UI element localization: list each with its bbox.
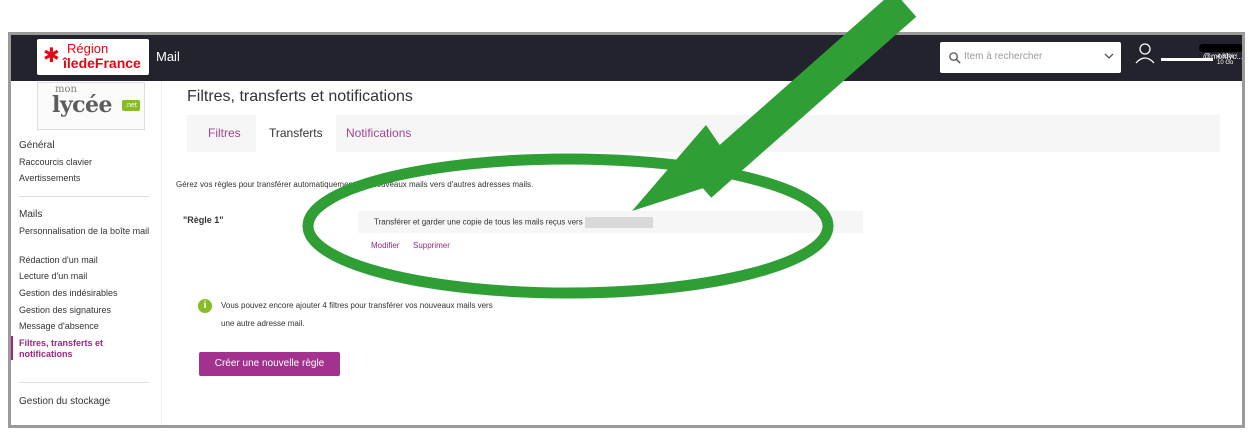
annotation-overlay — [302, 0, 917, 299]
highlight-ellipse — [302, 153, 834, 299]
arrow-head-icon — [632, 125, 741, 211]
arrow-shaft — [688, 0, 917, 198]
